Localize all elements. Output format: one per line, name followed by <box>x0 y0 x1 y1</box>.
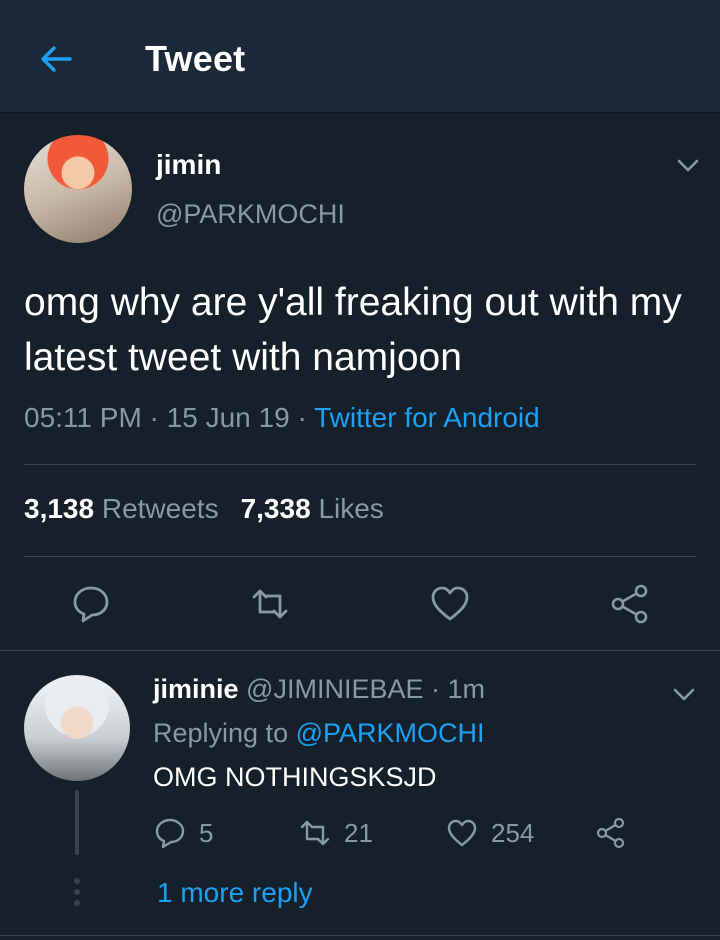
page-title: Tweet <box>145 38 246 79</box>
thread-dot <box>74 889 80 895</box>
share-icon <box>596 817 625 849</box>
engagement-counts: 3,138 Retweets 7,338 Likes <box>24 493 384 525</box>
meta-separator: · <box>141 402 167 433</box>
avatar[interactable] <box>24 135 132 243</box>
retweet-icon <box>300 820 330 846</box>
divider <box>24 556 696 557</box>
thread-dot <box>74 900 80 906</box>
thread-dot <box>74 878 80 884</box>
reply-like-count: 254 <box>491 817 535 848</box>
divider <box>24 464 696 465</box>
heart-icon[interactable] <box>428 582 472 626</box>
section-divider <box>0 650 720 651</box>
reply-icon <box>155 818 185 849</box>
retweets-count: 3,138 <box>24 493 95 524</box>
more-replies-link[interactable]: 1 more reply <box>157 877 313 909</box>
tweet-time: 05:11 PM <box>24 402 142 433</box>
author-handle[interactable]: @PARKMOCHI <box>156 199 345 230</box>
header-bar: Tweet <box>0 0 720 113</box>
reply-author-handle[interactable]: @JIMINIEBAE <box>246 674 423 704</box>
chevron-down-icon[interactable] <box>671 681 697 707</box>
reply-reply-button[interactable]: 5 <box>153 815 213 851</box>
replying-prefix: Replying to <box>153 718 289 748</box>
reply-share-button[interactable] <box>594 815 628 851</box>
reply-icon[interactable] <box>69 582 113 626</box>
reply-count: 5 <box>199 817 214 848</box>
reply-header: jiminie @JIMINIEBAE · 1m <box>153 674 485 705</box>
tweet-text: omg why are y'all freaking out with my l… <box>24 281 682 379</box>
arrow-left-icon[interactable] <box>38 41 74 77</box>
tweet-date: 15 Jun 19 <box>166 402 290 433</box>
chevron-down-icon[interactable] <box>675 152 701 178</box>
reply-time: 1m <box>447 674 486 704</box>
likes-label: Likes <box>318 493 384 524</box>
share-icon[interactable] <box>608 582 652 626</box>
divider <box>0 935 720 936</box>
meta-separator: · <box>423 674 448 704</box>
reply-retweet-count: 21 <box>344 817 373 848</box>
reply-author-name[interactable]: jiminie <box>153 674 239 704</box>
meta-separator: · <box>289 402 315 433</box>
tweet-meta: 05:11 PM · 15 Jun 19 · Twitter for Andro… <box>24 402 540 434</box>
reply-like-button[interactable]: 254 <box>445 815 534 851</box>
tweet-source-link[interactable]: Twitter for Android <box>314 402 540 433</box>
likes-count: 7,338 <box>240 493 311 524</box>
reply-avatar[interactable] <box>24 675 130 781</box>
likes-stat[interactable]: 7,338 Likes <box>241 493 384 524</box>
retweets-stat[interactable]: 3,138 Retweets <box>24 493 219 524</box>
reply-retweet-button[interactable]: 21 <box>298 815 373 851</box>
heart-icon <box>447 819 477 847</box>
retweet-icon[interactable] <box>248 582 292 626</box>
retweets-label: Retweets <box>101 493 219 524</box>
author-name[interactable]: jimin <box>156 149 221 181</box>
replying-to-handle[interactable]: @PARKMOCHI <box>296 718 485 748</box>
replying-to-line: Replying to @PARKMOCHI <box>153 718 485 749</box>
thread-line <box>75 790 79 855</box>
reply-text: OMG NOTHINGSKSJD <box>153 762 437 792</box>
